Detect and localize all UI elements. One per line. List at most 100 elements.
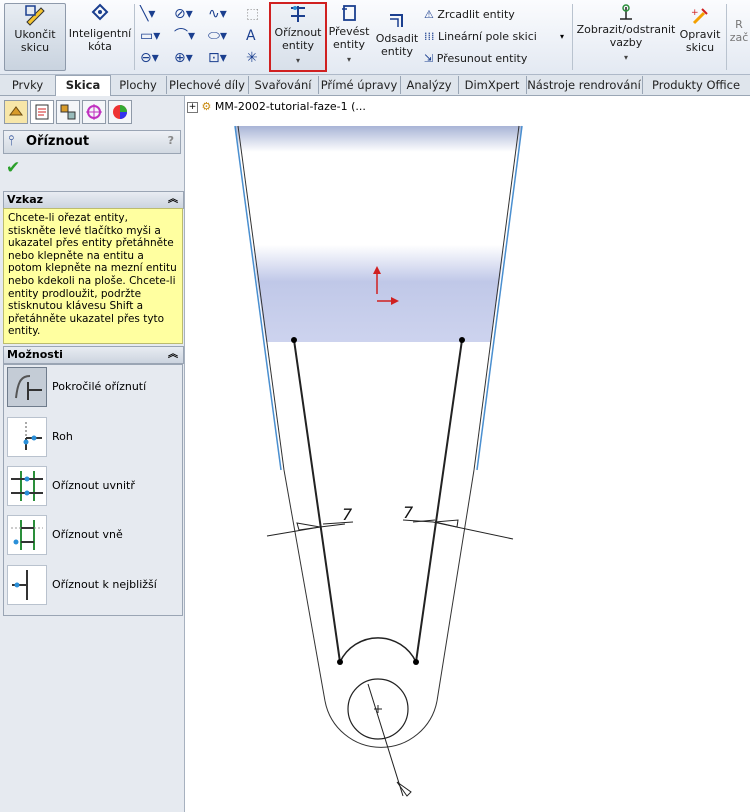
- option-label: Oříznout uvnitř: [52, 479, 135, 492]
- inner-line-left: [293, 339, 341, 663]
- option-label: Oříznout vně: [52, 528, 123, 541]
- graphics-area[interactable]: + ⚙ MM-2002-tutorial-faze-1 (... 7 7: [185, 96, 750, 812]
- separator: [726, 4, 727, 70]
- trim-entities-button[interactable]: Oříznout entity ▾: [269, 2, 327, 72]
- offset-entities-button[interactable]: Odsadit entity: [374, 10, 420, 66]
- dimension-arrowhead-left: [296, 522, 321, 531]
- command-manager-tabs: Prvky Skica Plochy Plechové díly Svařová…: [0, 75, 750, 96]
- linear-pattern-icon: ⁞⁞⁞: [424, 30, 435, 43]
- angle-marker: [396, 781, 412, 797]
- line-icon[interactable]: ╲▾: [140, 6, 155, 22]
- help-icon[interactable]: ?: [168, 134, 174, 147]
- polygon-icon[interactable]: ⊕▾: [174, 50, 193, 66]
- display-manager-icon[interactable]: [108, 100, 132, 124]
- tab-sheet-metal[interactable]: Plechové díly: [166, 76, 249, 94]
- tab-render-tools[interactable]: Nástroje rendrování: [526, 76, 643, 94]
- trim-closest-icon: [7, 565, 47, 605]
- corner-icon: [7, 417, 47, 457]
- separator: [134, 4, 135, 70]
- rectangle-icon[interactable]: ▭▾: [140, 28, 160, 44]
- hole-centerline: [367, 683, 404, 797]
- repair-sketch-label: Opravit skicu: [679, 28, 721, 54]
- tab-weldments[interactable]: Svařování: [248, 76, 319, 94]
- smart-dimension-button[interactable]: Inteligentní kóta: [68, 3, 132, 69]
- slot-icon[interactable]: ⊖▾: [140, 50, 159, 66]
- repair-sketch-icon: +: [691, 8, 708, 25]
- convert-entities-label: Převést entity: [328, 25, 370, 51]
- tab-dimxpert[interactable]: DimXpert: [458, 76, 527, 94]
- option-corner[interactable]: Roh: [5, 417, 181, 457]
- chevron-down-icon[interactable]: ▾: [327, 53, 371, 66]
- option-label: Pokročilé oříznutí: [52, 380, 147, 393]
- smart-dimension-label: Inteligentní kóta: [68, 27, 132, 53]
- command-manager-ribbon: Ukončit skicu Inteligentní kóta ╲▾ ⊘▾ ∿▾…: [0, 0, 750, 75]
- option-power-trim[interactable]: Pokročilé oříznutí: [5, 367, 181, 407]
- feature-manager-icon[interactable]: [4, 100, 28, 124]
- chevron-down-icon[interactable]: ▾: [576, 51, 676, 64]
- truncated-label: R zač: [729, 18, 749, 44]
- lower-outline-right: [436, 469, 475, 702]
- display-relations-label: Zobrazit/odstranit vazby: [576, 23, 676, 49]
- endpoint: [291, 337, 297, 343]
- power-trim-icon: [7, 367, 47, 407]
- convert-entities-icon: [342, 5, 356, 21]
- offset-entities-icon: [390, 14, 403, 27]
- mirror-entities-button[interactable]: ⚠ Zrcadlit entity: [424, 8, 515, 21]
- exit-sketch-label: Ukončit skicu: [14, 28, 56, 54]
- chevron-down-icon[interactable]: ▾: [271, 54, 325, 67]
- endpoint: [459, 337, 465, 343]
- options-section-header[interactable]: Možnosti ︽: [3, 346, 184, 364]
- option-trim-to-closest[interactable]: Oříznout k nejbližší: [5, 565, 181, 605]
- mirror-entities-label: Zrcadlit entity: [437, 8, 515, 21]
- display-relations-icon: [620, 4, 632, 20]
- point-icon[interactable]: ✳: [246, 50, 258, 66]
- smart-dimension-icon: [91, 3, 109, 21]
- chevron-down-icon[interactable]: ▾: [560, 32, 564, 41]
- arc-icon[interactable]: ⌒▾: [174, 28, 195, 44]
- convert-entities-button[interactable]: Převést entity ▾: [327, 3, 371, 69]
- panel-title-bar: ⫯ Oříznout ?: [3, 130, 181, 154]
- tab-office-products[interactable]: Produkty Office: [642, 76, 750, 94]
- options-header-label: Možnosti: [7, 348, 63, 361]
- trim-entities-icon: [291, 6, 305, 22]
- option-label: Roh: [52, 430, 73, 443]
- tab-sketch[interactable]: Skica: [55, 75, 111, 96]
- dimension-left-label: 7: [342, 505, 353, 524]
- option-label: Oříznout k nejbližší: [52, 578, 157, 591]
- tab-direct-editing[interactable]: Přímé úpravy: [318, 76, 401, 94]
- sketch-fillet-icon[interactable]: ⬭▾: [208, 28, 227, 44]
- sketch-geometry[interactable]: 7 7: [185, 96, 750, 812]
- property-manager-icon[interactable]: [30, 100, 54, 124]
- collapse-chevron-icon[interactable]: ︽: [168, 347, 178, 363]
- message-section-header[interactable]: Vzkaz ︽: [3, 191, 184, 209]
- display-relations-button[interactable]: Zobrazit/odstranit vazby ▾: [576, 3, 676, 69]
- dimxpert-manager-icon[interactable]: [82, 100, 106, 124]
- spline-icon[interactable]: ∿▾: [208, 6, 227, 22]
- svg-text:+: +: [691, 8, 699, 18]
- exit-sketch-button[interactable]: Ukončit skicu: [4, 3, 66, 71]
- collapse-chevron-icon[interactable]: ︽: [168, 192, 178, 208]
- option-trim-away-outside[interactable]: Oříznout vně: [5, 515, 181, 555]
- tab-evaluate[interactable]: Analýzy: [400, 76, 459, 94]
- message-box: Chcete-li ořezat entity, stiskněte levé …: [3, 208, 183, 344]
- truncated-button[interactable]: R zač: [728, 18, 750, 58]
- move-entities-button[interactable]: ⇲ Přesunout entity: [424, 52, 527, 65]
- separator: [572, 4, 573, 70]
- tab-surfaces[interactable]: Plochy: [110, 76, 167, 94]
- configuration-manager-icon[interactable]: [56, 100, 80, 124]
- construction-geometry-icon[interactable]: ⬚: [246, 6, 259, 22]
- plane-icon[interactable]: ⊡▾: [208, 50, 227, 66]
- shaded-face: [235, 126, 522, 342]
- ok-check-icon[interactable]: ✔: [6, 158, 20, 178]
- offset-entities-label: Odsadit entity: [375, 32, 419, 58]
- text-icon[interactable]: A: [246, 28, 256, 44]
- dimension-right-label: 7: [403, 503, 414, 522]
- option-trim-away-inside[interactable]: Oříznout uvnitř: [5, 466, 181, 506]
- tab-features[interactable]: Prvky: [0, 76, 56, 94]
- move-entities-icon: ⇲: [424, 52, 434, 65]
- trim-inside-icon: [7, 466, 47, 506]
- repair-sketch-button[interactable]: + Opravit skicu: [678, 6, 722, 66]
- circle-icon[interactable]: ⊘▾: [174, 6, 193, 22]
- linear-pattern-button[interactable]: ⁞⁞⁞ Lineární pole skici: [424, 30, 537, 43]
- endpoint: [413, 659, 419, 665]
